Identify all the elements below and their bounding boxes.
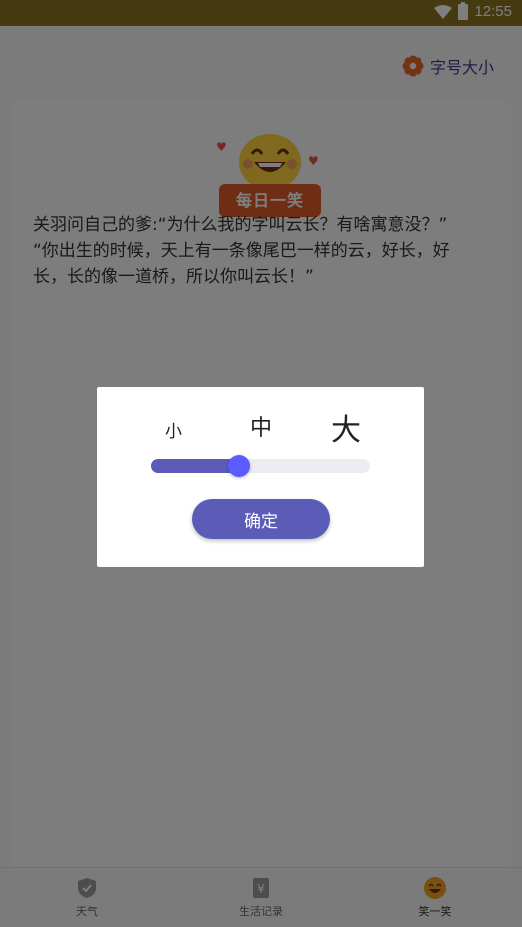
size-small-label[interactable]: 小 <box>165 417 182 442</box>
slider-thumb[interactable] <box>227 455 250 477</box>
size-large-label[interactable]: 大 <box>331 405 361 449</box>
size-medium-label[interactable]: 中 <box>250 410 272 442</box>
font-size-slider[interactable] <box>151 455 370 477</box>
font-size-dialog: 小 中 大 确定 <box>97 387 424 567</box>
slider-fill <box>151 459 239 473</box>
confirm-button[interactable]: 确定 <box>192 499 330 539</box>
